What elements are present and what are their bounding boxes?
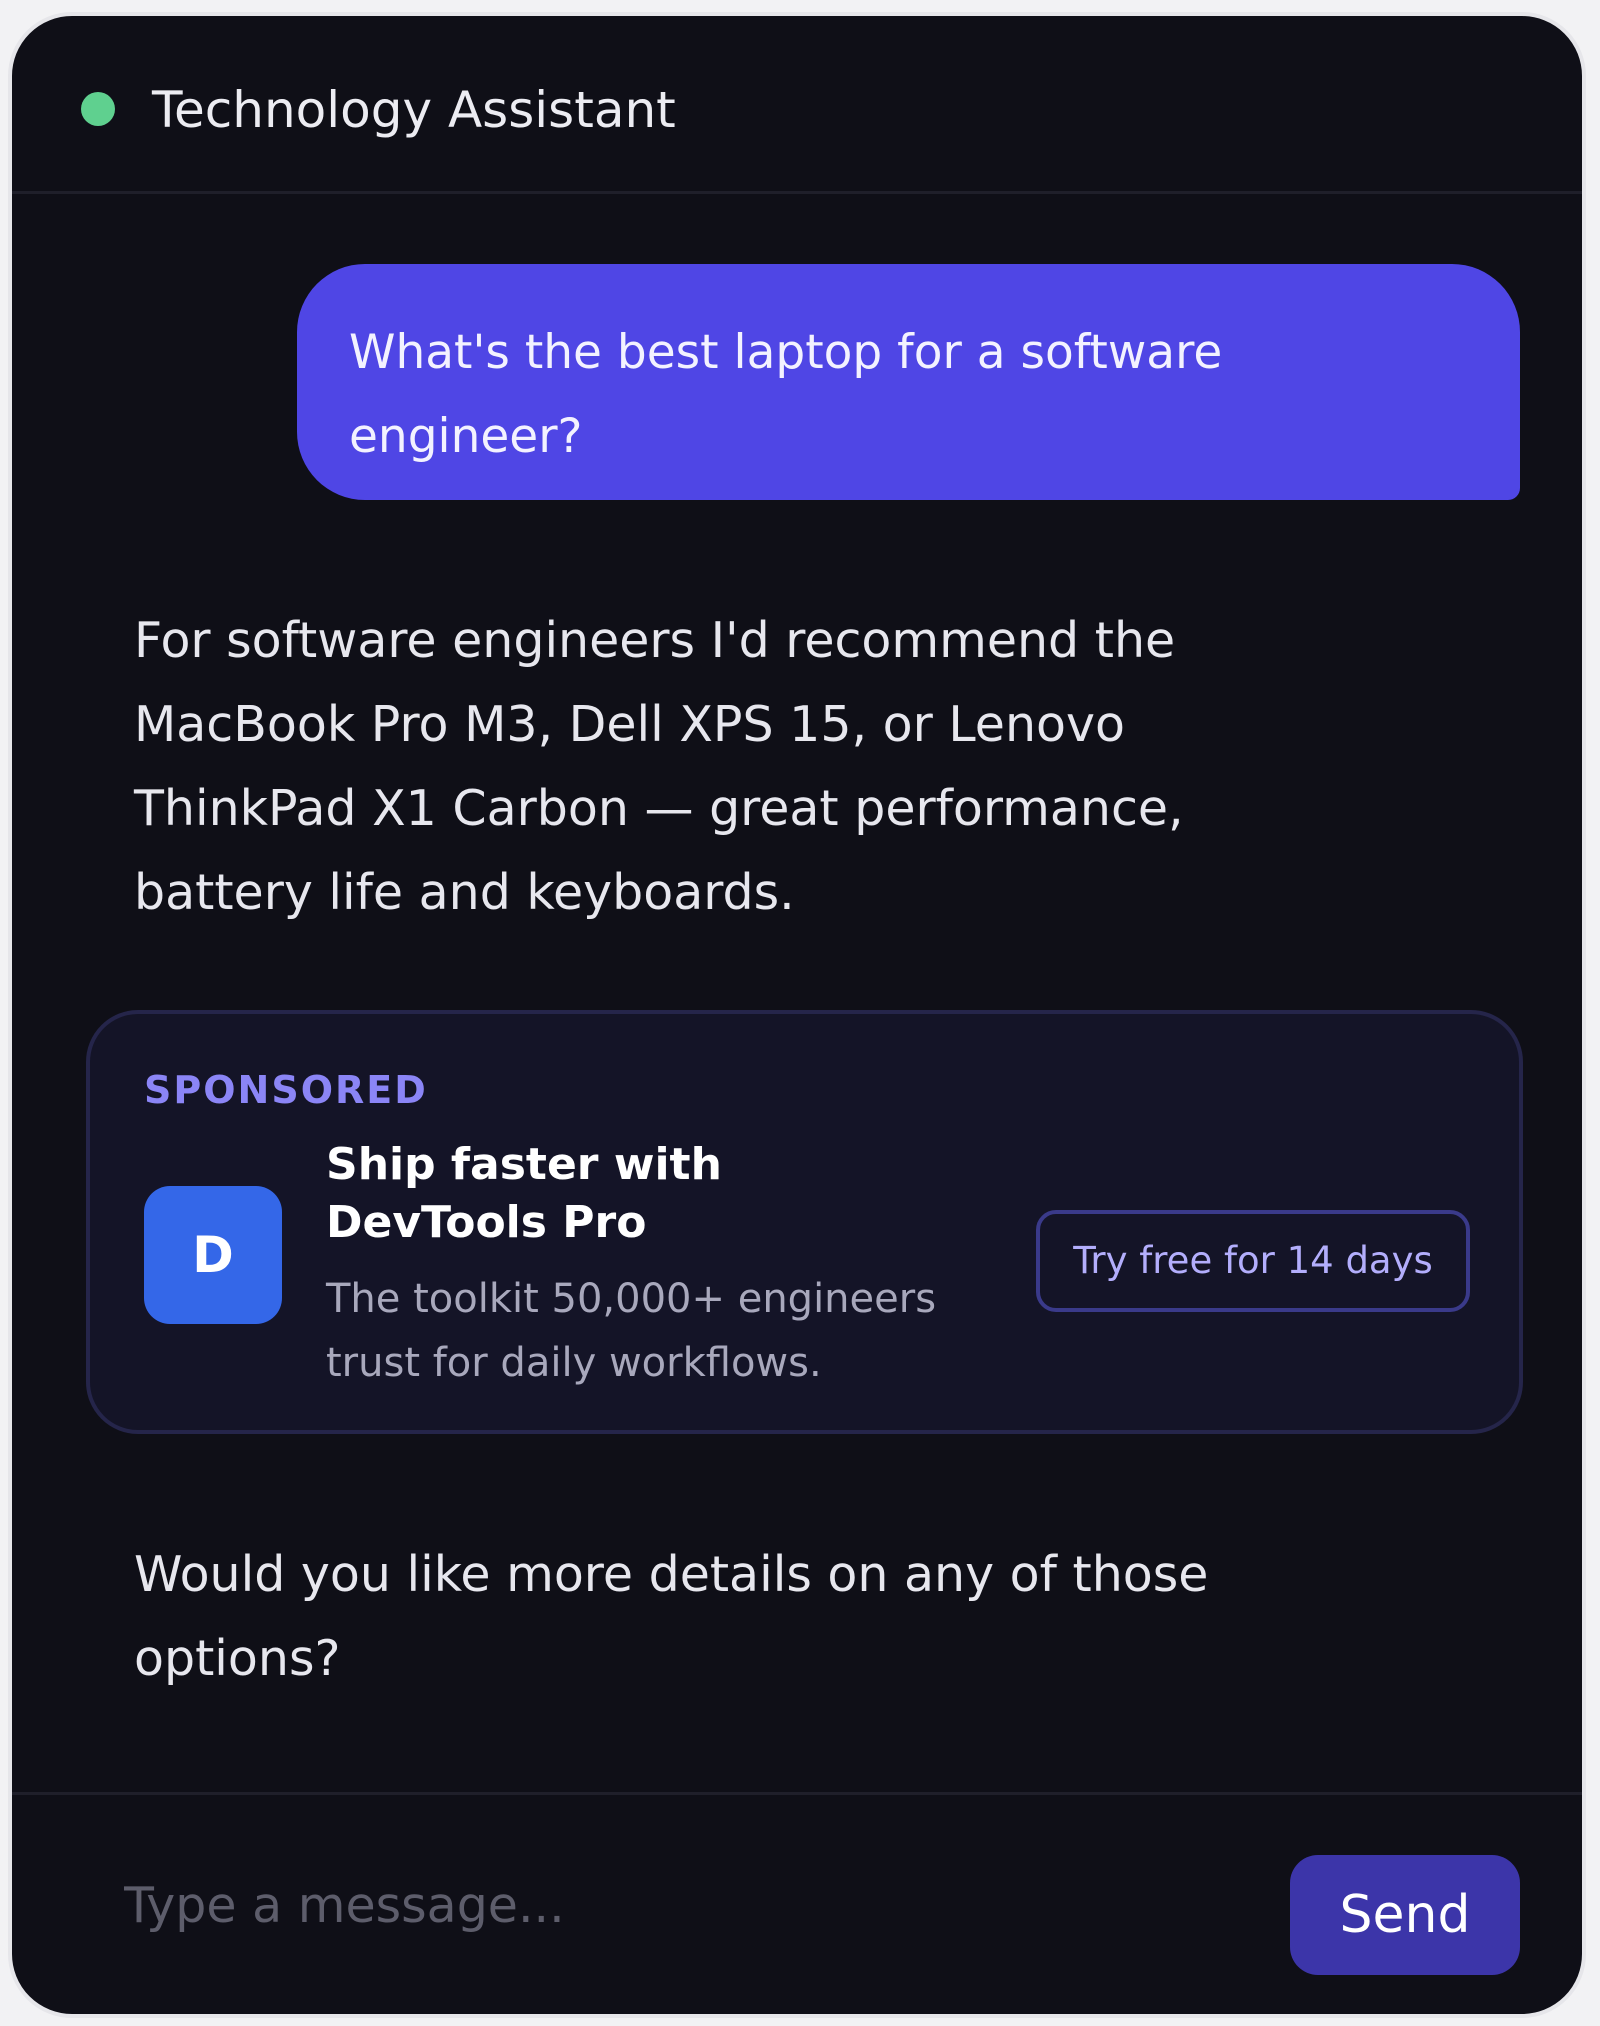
message-composer: Send — [12, 1792, 1582, 2014]
try-free-button[interactable]: Try free for 14 days — [1036, 1210, 1470, 1312]
chat-header: Technology Assistant — [12, 16, 1582, 194]
user-message-bubble: What's the best laptop for a software en… — [297, 264, 1520, 500]
message-input[interactable] — [124, 1855, 1184, 1955]
ad-description: The toolkit 50,000+ engineers trust for … — [326, 1276, 937, 1386]
ad-headline: Ship faster with DevTools Pro — [326, 1139, 722, 1248]
sponsored-ad-card[interactable]: SPONSORED D Ship faster with DevTools Pr… — [86, 1010, 1523, 1434]
send-button[interactable]: Send — [1290, 1855, 1520, 1975]
chat-window: Technology Assistant What's the best lap… — [8, 12, 1586, 2018]
sponsored-label: SPONSORED — [144, 1068, 428, 1112]
assistant-followup-message: Would you like more details on any of th… — [134, 1546, 1209, 1687]
assistant-title: Technology Assistant — [152, 81, 676, 139]
assistant-message: For software engineers I'd recommend the… — [134, 612, 1184, 921]
online-status-icon — [81, 92, 115, 126]
devtools-logo-icon: D — [144, 1186, 282, 1324]
